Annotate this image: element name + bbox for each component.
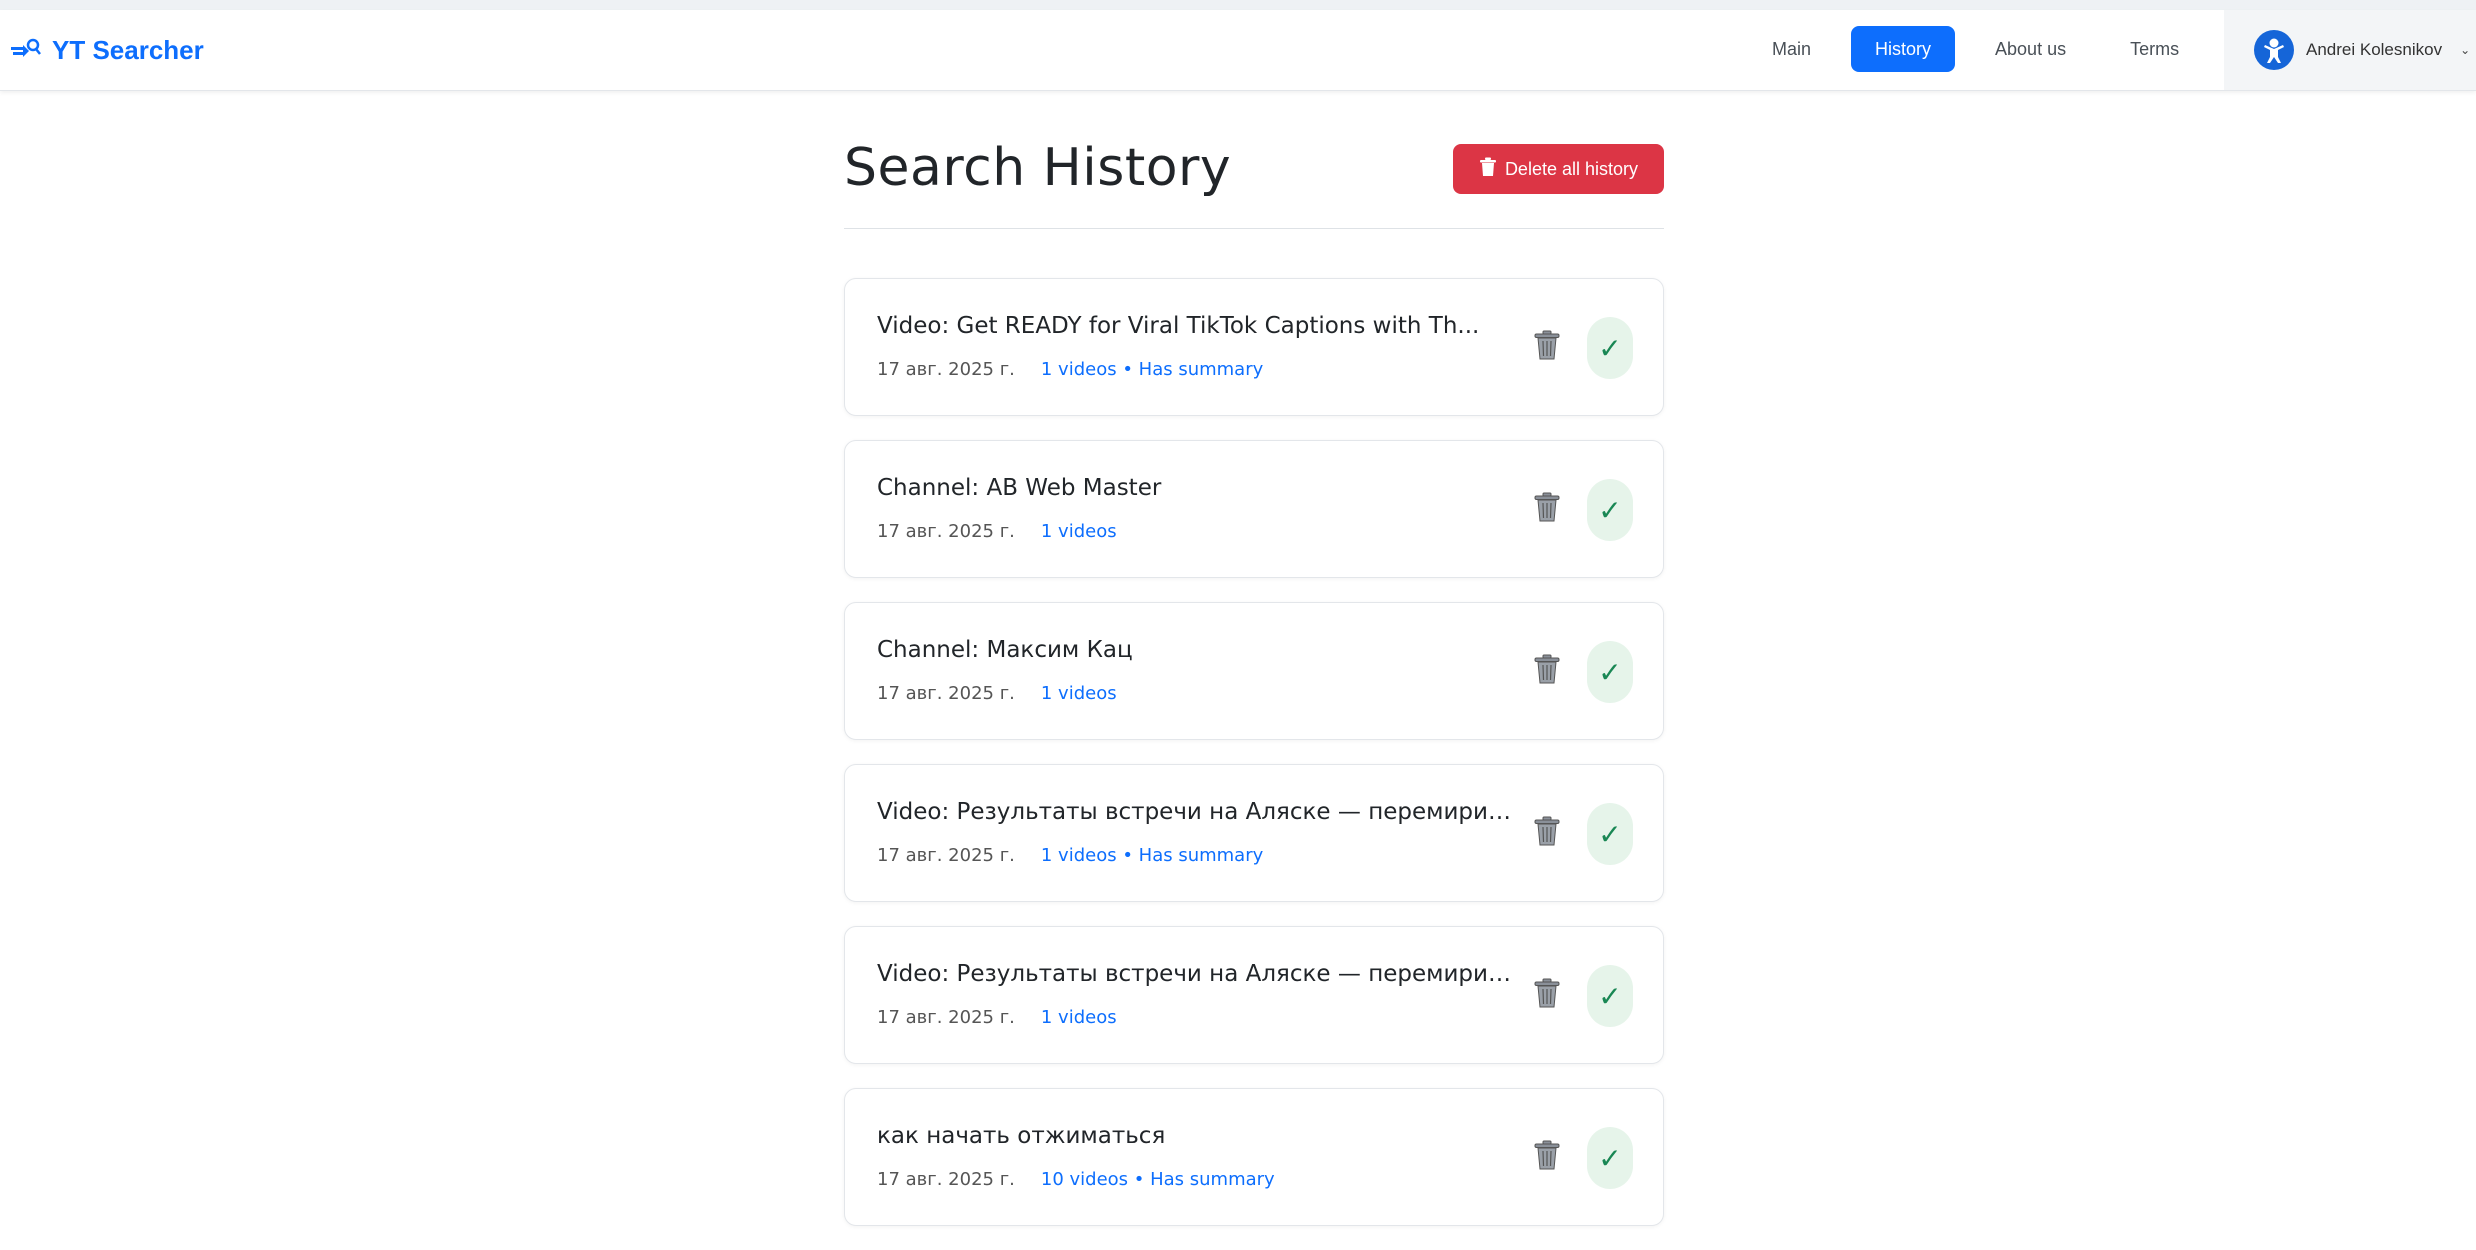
delete-all-label: Delete all history	[1504, 158, 1638, 179]
history-item-info: 1 videos	[1040, 521, 1117, 542]
brand-name: YT Searcher	[52, 34, 204, 65]
history-item-date: 17 авг. 2025 г.	[877, 1169, 1015, 1190]
history-item[interactable]: Video: Get READY for Viral TikTok Captio…	[844, 278, 1664, 416]
history-item[interactable]: Video: Результаты встречи на Аляске — пе…	[844, 764, 1664, 902]
page-header: Search History Delete all history	[844, 90, 1664, 229]
check-icon[interactable]: ✓	[1587, 965, 1633, 1027]
nav-terms[interactable]: Terms	[2106, 26, 2203, 72]
history-item[interactable]: Channel: Максим Кац 17 авг. 2025 г. 1 vi…	[844, 602, 1664, 740]
trash-icon	[1479, 157, 1497, 182]
user-menu[interactable]: Andrei Kolesnikov ⌄	[2224, 10, 2476, 90]
nav-about-us[interactable]: About us	[1971, 26, 2090, 72]
delete-item-button[interactable]	[1525, 323, 1569, 367]
trash-icon	[1534, 330, 1560, 360]
avatar-icon	[2254, 30, 2294, 70]
brand-link[interactable]: YT Searcher	[10, 32, 204, 68]
history-item[interactable]: как начать отжиматься 17 авг. 2025 г. 10…	[844, 1088, 1664, 1226]
trash-icon	[1534, 816, 1560, 846]
trash-icon	[1534, 978, 1560, 1008]
history-item-date: 17 авг. 2025 г.	[877, 845, 1015, 866]
history-item-date: 17 авг. 2025 г.	[877, 521, 1015, 542]
delete-item-button[interactable]	[1525, 809, 1569, 853]
history-item-date: 17 авг. 2025 г.	[877, 683, 1015, 704]
check-icon[interactable]: ✓	[1587, 479, 1633, 541]
nav-main[interactable]: Main	[1748, 26, 1835, 72]
history-item[interactable]: Video: Результаты встречи на Аляске — пе…	[844, 926, 1664, 1064]
history-item-info: 1 videos • Has summary	[1040, 359, 1264, 380]
history-item-title[interactable]: Video: Результаты встречи на Аляске — пе…	[877, 799, 1517, 825]
history-item-info: 1 videos • Has summary	[1040, 845, 1264, 866]
navbar: YT Searcher Main History About us Terms …	[0, 10, 2476, 91]
delete-item-button[interactable]	[1525, 647, 1569, 691]
delete-item-button[interactable]	[1525, 971, 1569, 1015]
search-arrow-icon	[10, 34, 42, 66]
trash-icon	[1534, 1140, 1560, 1170]
nav-history[interactable]: History	[1851, 26, 1956, 72]
history-item-info: 1 videos	[1040, 683, 1117, 704]
history-item-date: 17 авг. 2025 г.	[877, 359, 1015, 380]
main-content: Search History Delete all history Video:…	[844, 90, 1664, 1226]
history-list: Video: Get READY for Viral TikTok Captio…	[844, 278, 1664, 1250]
history-item-title[interactable]: Video: Get READY for Viral TikTok Captio…	[877, 313, 1517, 339]
page-title: Search History	[844, 138, 1232, 198]
history-item-title[interactable]: Channel: AB Web Master	[877, 475, 1517, 501]
nav-links: Main History About us Terms	[1748, 26, 2219, 72]
history-item-title[interactable]: Channel: Максим Кац	[877, 637, 1517, 663]
check-icon[interactable]: ✓	[1587, 641, 1633, 703]
history-item-info: 1 videos	[1040, 1007, 1117, 1028]
history-item[interactable]: Channel: AB Web Master 17 авг. 2025 г. 1…	[844, 440, 1664, 578]
delete-item-button[interactable]	[1525, 1133, 1569, 1177]
check-icon[interactable]: ✓	[1587, 803, 1633, 865]
chevron-down-icon: ⌄	[2460, 43, 2471, 57]
trash-icon	[1534, 492, 1560, 522]
trash-icon	[1534, 654, 1560, 684]
check-icon[interactable]: ✓	[1587, 1127, 1633, 1189]
history-item-date: 17 авг. 2025 г.	[877, 1007, 1015, 1028]
history-item-info: 10 videos • Has summary	[1040, 1169, 1275, 1190]
delete-all-history-button[interactable]: Delete all history	[1452, 144, 1664, 194]
delete-item-button[interactable]	[1525, 485, 1569, 529]
history-item-title[interactable]: как начать отжиматься	[877, 1123, 1517, 1149]
history-item-title[interactable]: Video: Результаты встречи на Аляске — пе…	[877, 961, 1517, 987]
check-icon[interactable]: ✓	[1587, 317, 1633, 379]
user-name: Andrei Kolesnikov	[2306, 40, 2443, 59]
